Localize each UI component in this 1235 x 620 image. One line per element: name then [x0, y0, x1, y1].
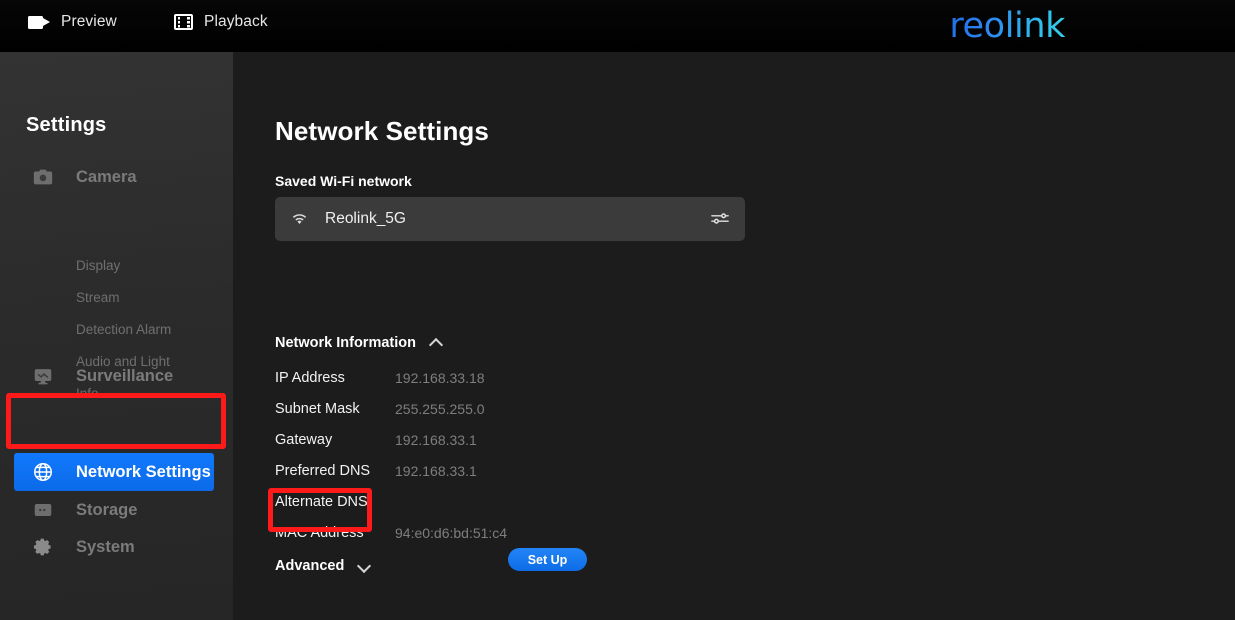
monitor-icon — [32, 365, 54, 387]
storage-icon — [32, 499, 54, 521]
info-key: Gateway — [275, 432, 333, 448]
nav-tab-preview[interactable]: Preview — [28, 13, 117, 31]
network-settings-panel: Network Settings Saved Wi-Fi network Reo… — [233, 52, 1235, 620]
wifi-icon — [290, 210, 309, 226]
nav-tab-playback[interactable]: Playback — [174, 13, 268, 31]
saved-wifi-row[interactable]: Reolink_5G — [275, 197, 745, 241]
saved-wifi-label: Saved Wi-Fi network — [275, 173, 412, 189]
info-value: 192.168.33.1 — [395, 432, 477, 448]
globe-icon — [32, 461, 54, 483]
info-value: 192.168.33.18 — [395, 370, 485, 386]
info-key: Subnet Mask — [275, 401, 360, 417]
sidebar-item-system-label: System — [76, 538, 135, 556]
advanced-title: Advanced — [275, 558, 345, 574]
info-row-ip-address: IP Address 192.168.33.18 — [275, 368, 695, 389]
sidebar-subitem-display[interactable]: Display — [76, 256, 120, 276]
info-row-mac-address: MAC Address 94:e0:d6:bd:51:c4 — [275, 523, 695, 544]
sidebar-title: Settings — [26, 114, 107, 136]
sidebar-item-system[interactable]: System — [0, 530, 233, 564]
sidebar-item-camera[interactable]: Camera — [0, 160, 233, 194]
info-value: 255.255.255.0 — [395, 401, 485, 417]
top-navigation-bar: Preview Playback reolink — [0, 0, 1235, 52]
info-value: 94:e0:d6:bd:51:c4 — [395, 525, 508, 541]
reolink-logo: reolink — [949, 6, 1065, 46]
info-row-alternate-dns: Alternate DNS — [275, 492, 695, 513]
sidebar-item-camera-label: Camera — [76, 168, 137, 186]
info-key: Alternate DNS — [275, 494, 368, 510]
gear-icon — [32, 536, 54, 558]
sidebar-item-network-settings-label: Network Settings — [76, 463, 211, 481]
camera-icon — [32, 166, 54, 188]
sidebar-subitem-detection-alarm[interactable]: Detection Alarm — [76, 320, 171, 340]
info-key: IP Address — [275, 370, 345, 386]
camcorder-icon — [28, 15, 50, 30]
sidebar-item-network-settings[interactable]: Network Settings — [14, 453, 214, 491]
advanced-section-header[interactable]: Advanced — [275, 558, 371, 574]
saved-wifi-ssid: Reolink_5G — [325, 210, 406, 227]
network-information-title: Network Information — [275, 335, 416, 351]
sidebar-item-surveillance[interactable]: Surveillance — [0, 359, 233, 393]
info-row-subnet-mask: Subnet Mask 255.255.255.0 — [275, 399, 695, 420]
sidebar-item-surveillance-label: Surveillance — [76, 367, 174, 385]
info-value: 192.168.33.1 — [395, 463, 477, 479]
sidebar-subitem-stream[interactable]: Stream — [76, 288, 120, 308]
nav-tab-playback-label: Playback — [204, 13, 268, 30]
tune-sliders-icon[interactable] — [711, 211, 729, 226]
settings-sidebar: Settings Camera Display Stream Detection… — [0, 52, 233, 620]
chevron-down-icon[interactable] — [358, 562, 371, 570]
info-key: MAC Address — [275, 525, 364, 541]
chevron-up-icon[interactable] — [430, 339, 443, 347]
network-information-header[interactable]: Network Information — [275, 335, 443, 351]
info-row-preferred-dns: Preferred DNS 192.168.33.1 — [275, 461, 695, 482]
sidebar-item-storage[interactable]: Storage — [0, 493, 233, 527]
info-key: Preferred DNS — [275, 463, 371, 479]
sidebar-item-storage-label: Storage — [76, 501, 138, 519]
info-row-gateway: Gateway 192.168.33.1 — [275, 430, 695, 451]
page-title: Network Settings — [275, 116, 489, 146]
set-up-button[interactable]: Set Up — [508, 548, 587, 571]
nav-tab-preview-label: Preview — [61, 13, 117, 30]
reolink-client-window: Preview Playback reolink Settings Camera… — [0, 0, 1235, 620]
film-strip-icon — [174, 14, 193, 30]
